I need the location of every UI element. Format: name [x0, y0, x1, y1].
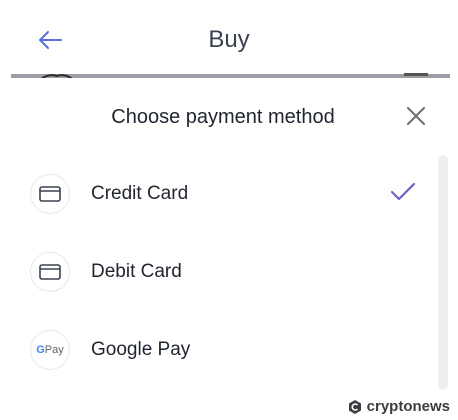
payment-option-google-pay[interactable]: G Pay Google Pay — [30, 325, 430, 375]
payment-option-credit-card[interactable]: Credit Card — [30, 169, 430, 219]
page-title: Buy — [208, 26, 250, 53]
checkmark-icon — [390, 182, 416, 201]
option-label: Debit Card — [91, 261, 182, 282]
option-label: Google Pay — [91, 339, 191, 360]
payment-option-debit-card[interactable]: Debit Card — [30, 247, 430, 297]
cryptonews-logo-icon — [348, 399, 361, 414]
google-pay-icon: G Pay — [30, 330, 70, 370]
scrollbar[interactable] — [438, 155, 448, 390]
credit-card-icon — [30, 174, 70, 214]
watermark-text: cryptonews — [366, 398, 450, 415]
top-bar: Buy — [0, 0, 458, 76]
partial-icon — [404, 73, 428, 76]
close-button[interactable] — [402, 102, 430, 130]
close-icon — [407, 107, 425, 125]
sheet-title: Choose payment method — [111, 106, 335, 128]
debit-card-icon — [30, 252, 70, 292]
watermark: cryptonews — [347, 398, 450, 415]
option-label: Credit Card — [91, 183, 189, 204]
